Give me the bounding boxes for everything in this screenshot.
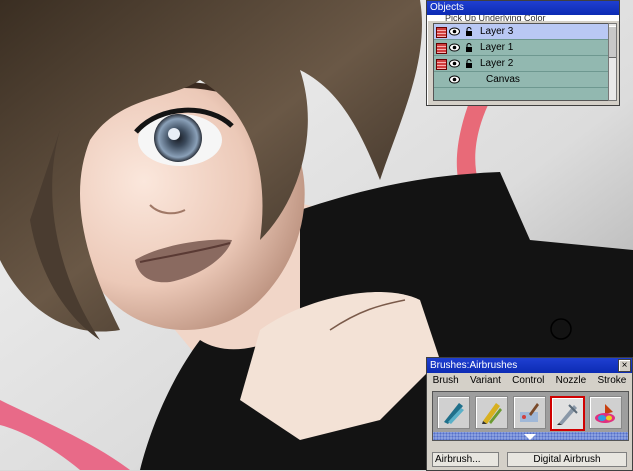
layer-label: Canvas bbox=[486, 74, 520, 85]
brush-category-pencils[interactable] bbox=[475, 396, 508, 429]
calligraphy-pens-icon bbox=[444, 403, 464, 424]
menu-stroke[interactable]: Stroke bbox=[595, 374, 628, 387]
objects-subtitle: Pick Up Underlying Color bbox=[427, 15, 619, 21]
objects-titlebar[interactable]: Objects bbox=[427, 1, 619, 15]
menu-control[interactable]: Control bbox=[510, 374, 546, 387]
layer-label: Layer 3 bbox=[480, 26, 514, 37]
pencils-icon bbox=[482, 403, 502, 424]
eye-visibility-icon[interactable] bbox=[449, 43, 460, 52]
brush-category-palette-knife[interactable] bbox=[513, 396, 546, 429]
layers-scrollbar[interactable] bbox=[608, 23, 617, 101]
objects-title: Objects bbox=[430, 2, 464, 13]
layers-list: Layer 3 Layer 1 Layer 2 Canvas bbox=[433, 23, 609, 101]
lock-icon[interactable] bbox=[465, 43, 473, 52]
layer-stack-icon bbox=[436, 43, 447, 54]
layer-row-canvas[interactable]: Canvas bbox=[434, 72, 608, 88]
eye-visibility-icon[interactable] bbox=[449, 59, 460, 68]
brush-name-field[interactable]: Digital Airbrush bbox=[507, 452, 627, 467]
palette-knife-icon bbox=[520, 403, 539, 422]
close-button[interactable]: × bbox=[618, 359, 631, 372]
airbrush-icon bbox=[557, 404, 578, 425]
eye-visibility-icon[interactable] bbox=[449, 75, 460, 84]
brushes-palette: Brushes:Airbrushes × Brush Variant Contr… bbox=[426, 357, 633, 471]
layer-row-layer-2[interactable]: Layer 2 bbox=[434, 56, 608, 72]
brushes-menubar: Brush Variant Control Nozzle Stroke bbox=[427, 373, 632, 389]
layer-label: Layer 1 bbox=[480, 42, 514, 53]
layer-stack-icon bbox=[436, 27, 447, 38]
lock-icon[interactable] bbox=[465, 59, 473, 68]
menu-brush[interactable]: Brush bbox=[431, 374, 461, 387]
lock-icon[interactable] bbox=[465, 27, 473, 36]
objects-palette: Objects Pick Up Underlying Color Layer 3… bbox=[426, 0, 620, 106]
brush-category-calligraphy[interactable] bbox=[437, 396, 470, 429]
eye-highlight bbox=[168, 128, 180, 140]
brush-category-strip bbox=[432, 391, 629, 441]
brush-category-color[interactable] bbox=[589, 396, 622, 429]
expand-arrow-icon[interactable] bbox=[524, 434, 536, 440]
layer-stack-icon bbox=[436, 59, 447, 70]
menu-nozzle[interactable]: Nozzle bbox=[554, 374, 589, 387]
layer-label: Layer 2 bbox=[480, 58, 514, 69]
layer-row-layer-3[interactable]: Layer 3 bbox=[434, 24, 608, 40]
color-wheel-icon bbox=[595, 404, 615, 423]
brush-category-airbrush[interactable] bbox=[550, 396, 585, 431]
brushes-titlebar[interactable]: Brushes:Airbrushes × bbox=[427, 358, 632, 373]
brush-variant-field[interactable]: Airbrush... bbox=[432, 452, 499, 467]
scrollbar-thumb[interactable] bbox=[609, 26, 616, 58]
layer-row-layer-1[interactable]: Layer 1 bbox=[434, 40, 608, 56]
brushes-title: Brushes:Airbrushes bbox=[430, 360, 518, 371]
menu-variant[interactable]: Variant bbox=[468, 374, 503, 387]
eye-visibility-icon[interactable] bbox=[449, 27, 460, 36]
